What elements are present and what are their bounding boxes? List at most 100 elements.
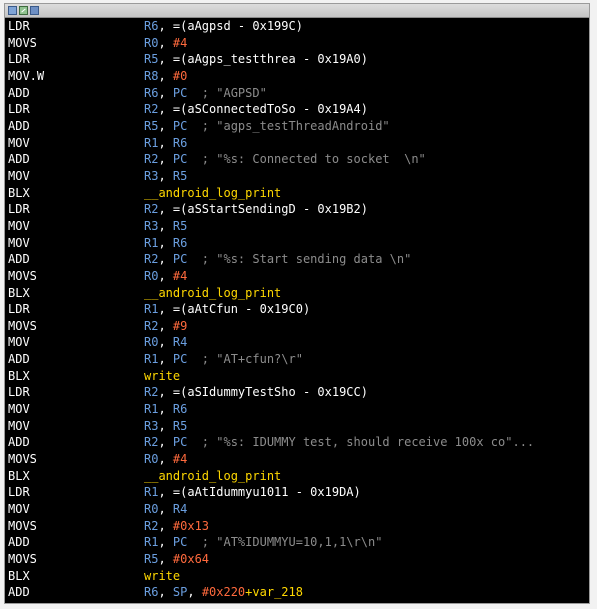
- register-operand: R3: [144, 218, 159, 233]
- instruction-operands: R8, #0: [144, 68, 187, 85]
- disassembly-line[interactable]: ADD R1, PC ; "AT+cfun?\r": [8, 351, 589, 368]
- instruction-operands: write: [144, 568, 180, 585]
- instruction-operands: R0, #4: [144, 451, 187, 468]
- instruction-operands: R6, SP, #0x220+var_218: [144, 584, 303, 601]
- function-name[interactable]: __android_log_print: [144, 469, 281, 483]
- disassembly-line[interactable]: LDR R5, =(aAgps_testthrea - 0x19A0): [8, 51, 589, 68]
- instruction-mnemonic: MOV: [8, 502, 30, 517]
- graph-icon[interactable]: [19, 6, 28, 15]
- disassembly-line[interactable]: MOV R3, R5: [8, 168, 589, 185]
- string-comment: ; "AT%IDUMMYU=10,1,1\r\n": [187, 535, 383, 550]
- register-operand: R3: [144, 168, 159, 183]
- disassembly-listing[interactable]: LDR R6, =(aAgpsd - 0x199C) MOVS R0, #4 LDR R5…: [8, 18, 589, 603]
- operand-separator: ,: [158, 502, 173, 517]
- instruction-operands: R1, =(aAtIdummyu1011 - 0x19DA): [144, 484, 361, 501]
- symbol-operand[interactable]: , =(aAgps_testthrea - 0x19A0): [158, 52, 368, 66]
- disassembly-line[interactable]: BLX __android_log_print: [8, 185, 589, 202]
- disassembly-line[interactable]: MOVS R2, #9: [8, 318, 589, 335]
- function-name[interactable]: +var_218: [245, 585, 303, 599]
- operand-separator: ,: [158, 552, 173, 566]
- register-operand: R0: [144, 268, 159, 283]
- disassembly-line[interactable]: LDR R1, =(aAtIdummyu1011 - 0x19DA): [8, 484, 589, 501]
- operand-separator: ,: [158, 435, 173, 450]
- symbol-operand[interactable]: , =(aSIdummyTestSho - 0x19CC): [158, 385, 368, 399]
- operand-separator: ,: [158, 152, 173, 167]
- instruction-operands: R6, PC ; "AGPSD": [144, 85, 267, 102]
- disassembly-line[interactable]: BLX __android_log_print: [8, 468, 589, 485]
- symbol-operand[interactable]: , =(aSStartSendingD - 0x19B2): [158, 202, 368, 216]
- string-comment: ; "AT+cfun?\r": [187, 352, 303, 367]
- disassembly-line[interactable]: MOVS R0, #4: [8, 268, 589, 285]
- disassembly-line[interactable]: LDR R2, =(aSStartSendingD - 0x19B2): [8, 201, 589, 218]
- disassembly-line[interactable]: LDR R2, =(aSConnectedToSo - 0x19A4): [8, 101, 589, 118]
- disassembly-line[interactable]: MOVS R5, #0x64: [8, 551, 589, 568]
- disassembly-line[interactable]: BLX write: [8, 568, 589, 585]
- instruction-mnemonic: BLX: [8, 185, 30, 200]
- disassembly-line[interactable]: ADD R6, SP, #0x220+var_218: [8, 584, 589, 601]
- function-name[interactable]: __android_log_print: [144, 186, 281, 200]
- disassembly-line[interactable]: BLX write: [8, 368, 589, 385]
- disassembly-line[interactable]: LDR R1, =(aAtCfun - 0x19C0): [8, 301, 589, 318]
- disassembly-line[interactable]: MOV R0, R4: [8, 334, 589, 351]
- instruction-operands: R2, PC ; "%s: Connected to socket \n": [144, 151, 426, 168]
- grid-icon[interactable]: [30, 6, 39, 15]
- operand-separator: ,: [187, 585, 202, 600]
- disassembly-line[interactable]: ADD R2, PC ; "%s: IDUMMY test, should rec…: [8, 434, 589, 451]
- instruction-mnemonic: ADD: [8, 535, 30, 550]
- register-operand: R6: [144, 585, 159, 600]
- function-name[interactable]: write: [144, 569, 180, 583]
- disassembly-line[interactable]: ADD R1, PC ; "AT%IDUMMYU=10,1,1\r\n": [8, 534, 589, 551]
- instruction-operands: R5, =(aAgps_testthrea - 0x19A0): [144, 51, 368, 68]
- string-comment: ; "%s: Start sending data \n": [187, 252, 412, 267]
- immediate-operand: #4: [172, 452, 188, 467]
- instruction-mnemonic: LDR: [8, 102, 30, 117]
- register-operand: R1: [144, 135, 159, 150]
- disassembly-line[interactable]: MOVS R0, #4: [8, 35, 589, 52]
- instruction-operands: R0, R4: [144, 501, 187, 518]
- instruction-operands: R3, R5: [144, 218, 187, 235]
- disassembly-line[interactable]: MOV R1, R6: [8, 401, 589, 418]
- register-operand: R0: [144, 502, 159, 517]
- disassembly-line[interactable]: MOV R1, R6: [8, 135, 589, 152]
- disassembly-line[interactable]: MOV.W R8, #0: [8, 68, 589, 85]
- symbol-operand[interactable]: , =(aSConnectedToSo - 0x19A4): [158, 102, 368, 116]
- immediate-operand: #0: [172, 68, 188, 83]
- instruction-operands: write: [144, 368, 180, 385]
- register-operand: R5: [144, 118, 159, 133]
- disassembly-line[interactable]: ADD R2, PC ; "%s: Connected to socket \n": [8, 151, 589, 168]
- instruction-operands: R1, PC ; "AT%IDUMMYU=10,1,1\r\n": [144, 534, 382, 551]
- symbol-operand[interactable]: , =(aAtIdummyu1011 - 0x19DA): [158, 485, 360, 499]
- instruction-operands: R5, #0x64: [144, 551, 209, 568]
- disassembly-line[interactable]: ADD R5, PC ; "agps_testThreadAndroid": [8, 118, 589, 135]
- operand-separator: ,: [158, 68, 173, 83]
- symbol-operand[interactable]: , =(aAtCfun - 0x19C0): [158, 302, 310, 316]
- instruction-mnemonic: MOVS: [8, 552, 37, 566]
- disassembly-line[interactable]: MOVS R0, #4: [8, 451, 589, 468]
- symbol-operand[interactable]: , =(aAgpsd - 0x199C): [158, 19, 303, 33]
- register-operand: R2: [144, 435, 159, 450]
- register-operand: R2: [144, 102, 159, 117]
- disassembly-line[interactable]: MOV R3, R5: [8, 218, 589, 235]
- operand-separator: ,: [158, 535, 173, 550]
- instruction-operands: __android_log_print: [144, 185, 281, 202]
- instruction-mnemonic: MOV: [8, 218, 30, 233]
- operand-separator: ,: [158, 268, 173, 283]
- disassembly-line[interactable]: MOVS R2, #0x13: [8, 518, 589, 535]
- register-operand: R1: [144, 235, 159, 250]
- function-name[interactable]: write: [144, 369, 180, 383]
- disassembly-line[interactable]: BLX __android_log_print: [8, 285, 589, 302]
- disassembly-line[interactable]: MOV R1, R6: [8, 235, 589, 252]
- register-operand: PC: [172, 352, 188, 367]
- disassembly-line[interactable]: ADD R2, PC ; "%s: Start sending data \n": [8, 251, 589, 268]
- disassembly-line[interactable]: ADD R6, PC ; "AGPSD": [8, 85, 589, 102]
- function-name[interactable]: __android_log_print: [144, 286, 281, 300]
- disassembly-line[interactable]: LDR R2, =(aSIdummyTestSho - 0x19CC): [8, 384, 589, 401]
- instruction-operands: R3, R5: [144, 418, 187, 435]
- view-icon[interactable]: [8, 6, 17, 15]
- disassembly-line[interactable]: MOV R3, R5: [8, 418, 589, 435]
- operand-separator: ,: [158, 518, 173, 533]
- instruction-mnemonic: MOVS: [8, 268, 37, 283]
- instruction-operands: R2, =(aSStartSendingD - 0x19B2): [144, 201, 368, 218]
- disassembly-line[interactable]: LDR R6, =(aAgpsd - 0x199C): [8, 18, 589, 35]
- disassembly-line[interactable]: MOV R0, R4: [8, 501, 589, 518]
